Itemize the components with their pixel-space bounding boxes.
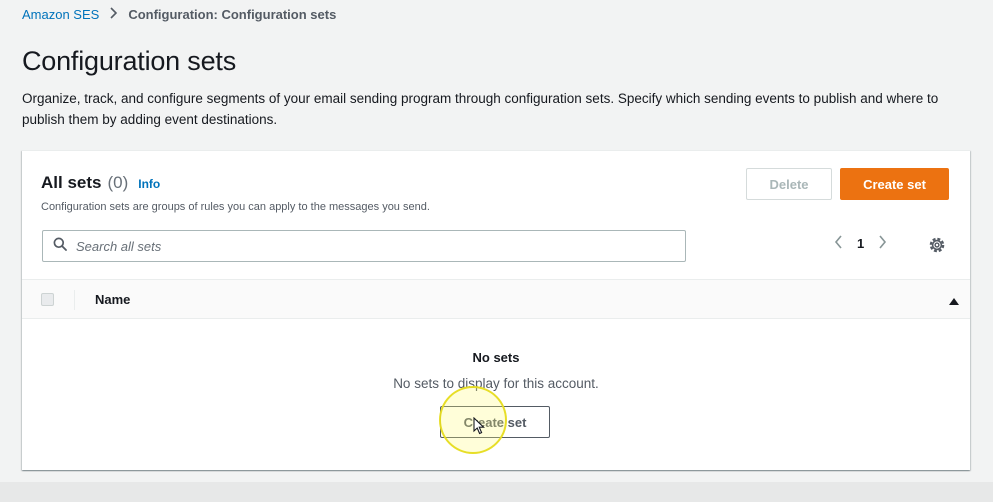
- configuration-sets-panel: All sets (0) Info Configuration sets are…: [22, 150, 970, 470]
- breadcrumb-link-amazon-ses[interactable]: Amazon SES: [22, 7, 99, 22]
- panel-header: All sets (0) Info: [41, 173, 160, 193]
- panel-subtitle: Configuration sets are groups of rules y…: [41, 201, 430, 213]
- empty-state-description: No sets to display for this account.: [393, 376, 599, 391]
- column-divider: [74, 290, 75, 310]
- select-all-checkbox[interactable]: [41, 293, 54, 306]
- current-page-number[interactable]: 1: [857, 236, 864, 251]
- page-title: Configuration sets: [22, 46, 237, 76]
- create-set-button[interactable]: Create set: [840, 168, 949, 200]
- panel-title: All sets: [41, 173, 102, 192]
- chevron-left-icon[interactable]: [834, 235, 843, 252]
- page: Amazon SES Configuration: Configuration …: [0, 0, 993, 502]
- chevron-right-icon: [109, 7, 118, 22]
- footer-band: [0, 482, 993, 502]
- panel-count: (0): [107, 173, 129, 192]
- gear-icon[interactable]: [927, 235, 947, 255]
- empty-state-title: No sets: [472, 350, 520, 365]
- chevron-right-icon[interactable]: [878, 235, 887, 252]
- column-header-name[interactable]: Name: [95, 292, 130, 307]
- breadcrumb-current: Configuration: Configuration sets: [128, 7, 337, 22]
- search-input[interactable]: [76, 232, 685, 260]
- table-header: Name: [22, 279, 970, 319]
- delete-button[interactable]: Delete: [746, 168, 832, 200]
- caret-up-icon[interactable]: [949, 294, 959, 305]
- search-box[interactable]: [42, 230, 686, 262]
- search-icon: [53, 237, 67, 256]
- info-link[interactable]: Info: [138, 177, 160, 191]
- breadcrumb: Amazon SES Configuration: Configuration …: [22, 7, 336, 22]
- empty-state-create-set-button[interactable]: Create set: [440, 406, 550, 438]
- pagination: 1: [834, 235, 887, 252]
- page-description: Organize, track, and configure segments …: [22, 91, 939, 127]
